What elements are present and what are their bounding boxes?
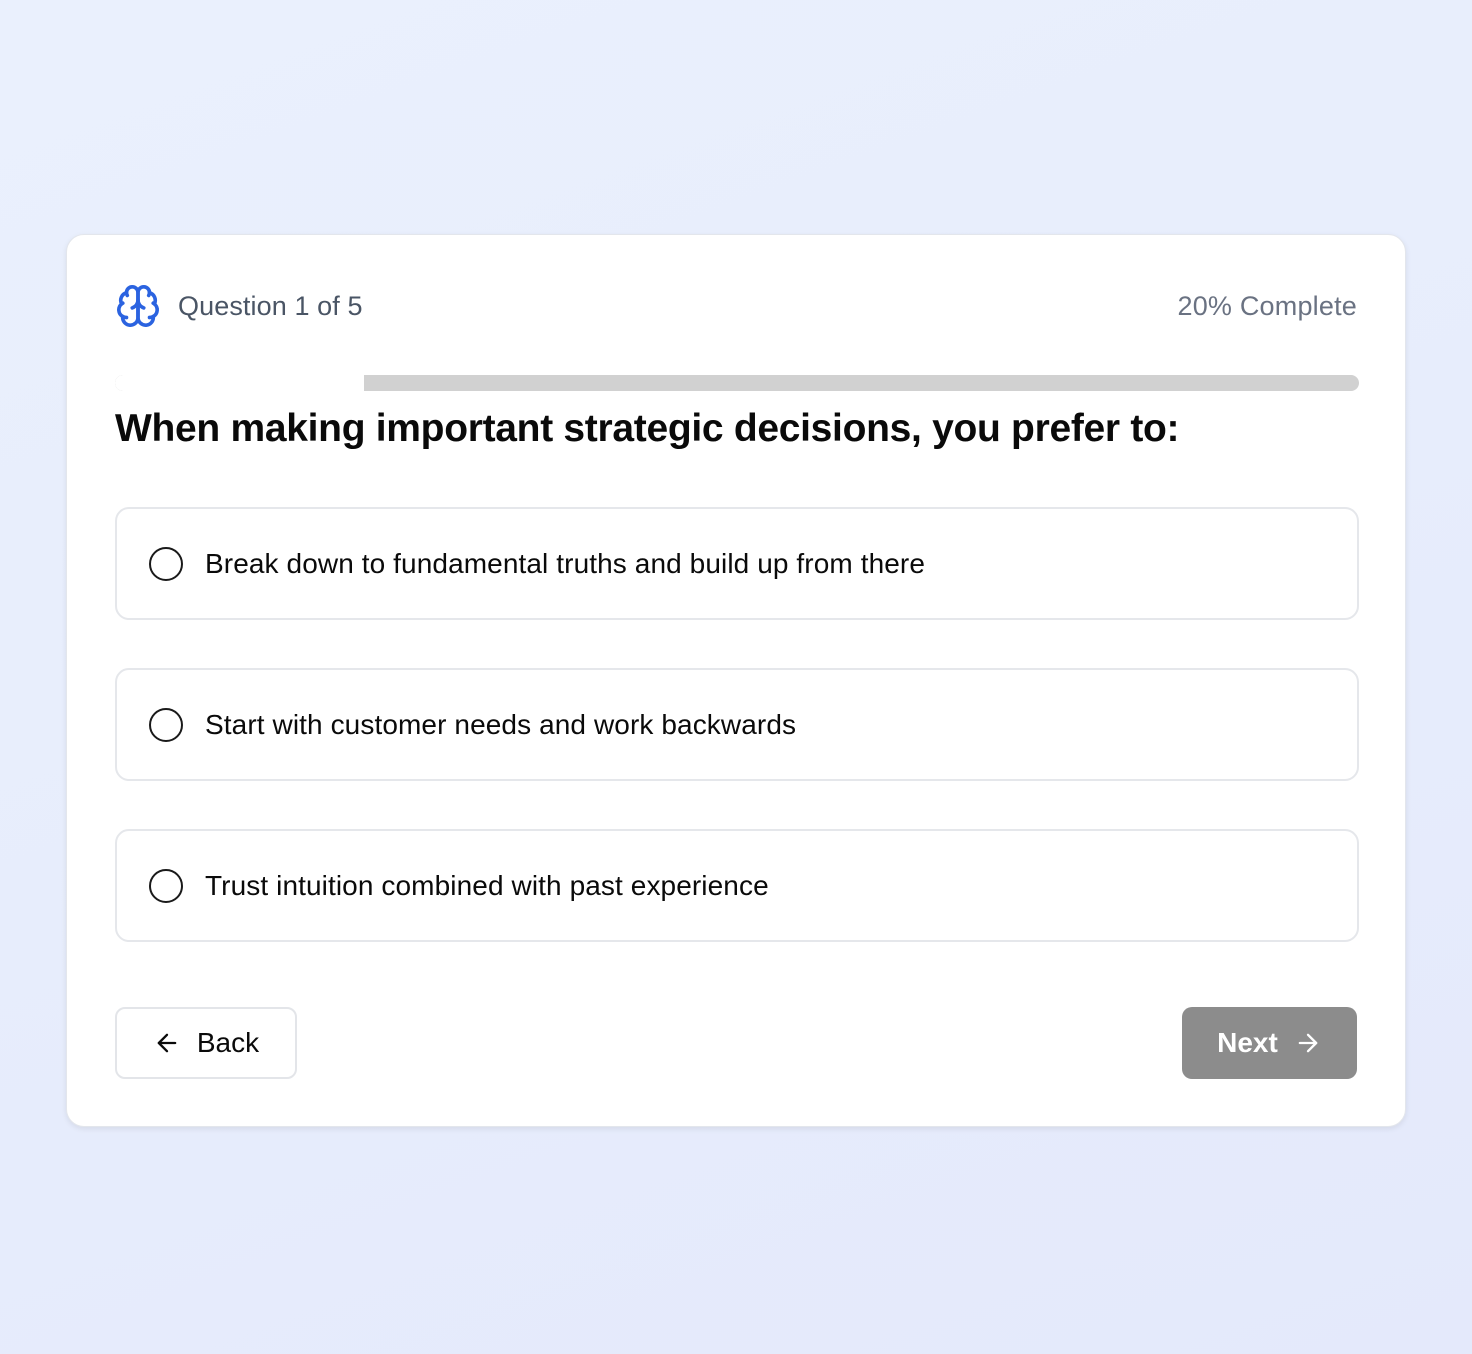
answer-options: Break down to fundamental truths and bui…	[115, 507, 1359, 990]
answer-option[interactable]: Break down to fundamental truths and bui…	[115, 507, 1359, 620]
back-button[interactable]: Back	[115, 1007, 297, 1079]
arrow-right-icon	[1294, 1029, 1322, 1057]
progress-percent-text: 20% Complete	[1177, 290, 1357, 321]
radio-button[interactable]	[149, 707, 183, 742]
answer-option[interactable]: Trust intuition combined with past exper…	[115, 829, 1359, 942]
progress-bar-fill	[115, 375, 364, 391]
answer-option-label: Trust intuition combined with past exper…	[205, 869, 769, 901]
arrow-left-icon	[153, 1029, 181, 1057]
progress-bar	[115, 375, 1359, 391]
quiz-header: Question 1 of 5 20% Complete	[115, 283, 1357, 329]
answer-option-label: Start with customer needs and work backw…	[205, 708, 797, 740]
next-button-label: Next	[1217, 1027, 1278, 1058]
next-button[interactable]: Next	[1182, 1007, 1357, 1079]
question-count-text: Question 1 of 5	[178, 290, 363, 321]
brain-icon	[115, 283, 161, 329]
answer-option[interactable]: Start with customer needs and work backw…	[115, 668, 1359, 781]
answer-option-label: Break down to fundamental truths and bui…	[205, 547, 926, 579]
back-button-label: Back	[196, 1027, 260, 1058]
quiz-card: Question 1 of 5 20% Complete When making…	[66, 234, 1406, 1127]
question-counter: Question 1 of 5	[115, 283, 363, 329]
radio-button[interactable]	[149, 868, 183, 903]
question-title: When making important strategic decision…	[115, 407, 1180, 450]
radio-button[interactable]	[149, 546, 183, 581]
